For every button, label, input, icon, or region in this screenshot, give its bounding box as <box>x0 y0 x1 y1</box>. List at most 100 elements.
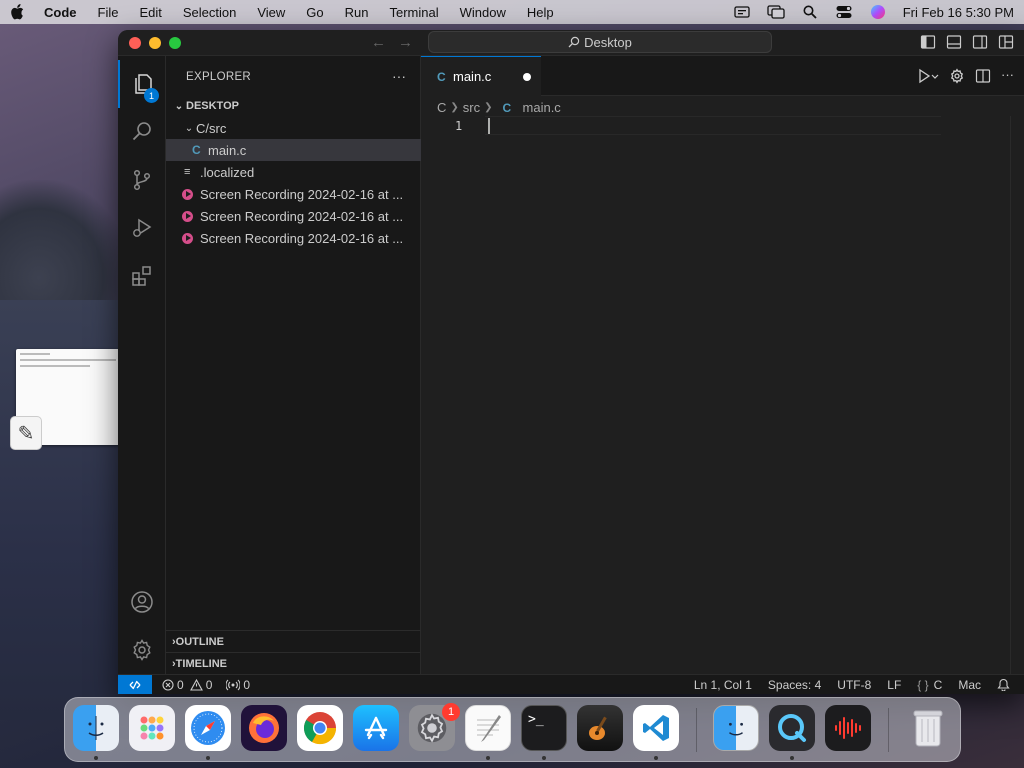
tree-file-main-c[interactable]: C main.c <box>166 139 421 161</box>
activity-accounts[interactable] <box>118 578 166 626</box>
quicktime-icon[interactable] <box>769 705 815 751</box>
garageband-icon[interactable] <box>577 705 623 751</box>
finder-folder-icon[interactable] <box>713 705 759 751</box>
platform[interactable]: Mac <box>958 678 981 692</box>
breadcrumb-item-main-c[interactable]: main.c <box>523 100 561 115</box>
unsaved-dot-icon[interactable] <box>523 73 531 81</box>
text-cursor[interactable] <box>488 118 490 134</box>
end-of-line[interactable]: LF <box>887 678 901 692</box>
tree-root-desktop[interactable]: ⌄ DESKTOP <box>166 95 421 117</box>
line-number: 1 <box>455 119 463 133</box>
running-indicator <box>206 756 210 760</box>
more-actions-icon[interactable]: ··· <box>392 68 406 84</box>
apple-icon[interactable] <box>10 3 28 21</box>
menu-edit[interactable]: Edit <box>139 5 161 20</box>
ports-indicator[interactable]: 0 <box>226 678 250 692</box>
command-center[interactable]: Desktop <box>428 31 772 53</box>
encoding[interactable]: UTF-8 <box>837 678 871 692</box>
go-forward-icon[interactable]: → <box>398 34 413 51</box>
remote-indicator-icon[interactable] <box>118 674 152 694</box>
language-mode[interactable]: { } C <box>917 678 942 692</box>
safari-icon[interactable] <box>185 705 231 751</box>
more-actions-icon[interactable]: ··· <box>1001 68 1014 84</box>
menu-help[interactable]: Help <box>527 5 554 20</box>
menu-view[interactable]: View <box>257 5 285 20</box>
firefox-icon[interactable] <box>241 705 287 751</box>
customize-layout-icon[interactable] <box>998 34 1014 50</box>
activity-search[interactable] <box>118 108 166 156</box>
menu-window[interactable]: Window <box>460 5 506 20</box>
activity-explorer[interactable]: 1 <box>118 60 166 108</box>
outline-label: OUTLINE <box>175 635 224 648</box>
go-back-icon[interactable]: ← <box>371 34 386 51</box>
menu-run[interactable]: Run <box>345 5 369 20</box>
breadcrumb: C ❯ src ❯ C main.c <box>437 100 561 115</box>
toggle-primary-sidebar-icon[interactable] <box>920 34 936 50</box>
toggle-panel-icon[interactable] <box>946 34 962 50</box>
run-icon[interactable] <box>917 68 939 84</box>
voice-memos-icon[interactable] <box>825 705 871 751</box>
tree-file-screen-recording-3[interactable]: Screen Recording 2024-02-16 at ... <box>166 227 421 249</box>
title-bar: ← → Desktop <box>118 30 1024 56</box>
menubar-clock[interactable]: Fri Feb 16 5:30 PM <box>903 5 1014 20</box>
tree-file-screen-recording-1[interactable]: Screen Recording 2024-02-16 at ... <box>166 183 421 205</box>
finder-icon[interactable] <box>73 705 119 751</box>
broadcast-icon <box>226 679 241 690</box>
breadcrumb-item-src[interactable]: src <box>463 100 480 115</box>
close-window-button[interactable] <box>129 37 141 49</box>
indentation[interactable]: Spaces: 4 <box>768 678 821 692</box>
menu-app-code[interactable]: Code <box>44 5 77 20</box>
menu-file[interactable]: File <box>98 5 119 20</box>
control-center-icon[interactable] <box>835 5 853 19</box>
extensions-icon <box>132 266 151 286</box>
tree-file-localized[interactable]: ≡ .localized <box>166 161 421 183</box>
spotlight-search-icon[interactable] <box>801 5 819 19</box>
c-file-icon: C <box>192 143 201 157</box>
source-control-icon <box>133 169 151 191</box>
running-indicator <box>654 756 658 760</box>
tree-file-screen-recording-2[interactable]: Screen Recording 2024-02-16 at ... <box>166 205 421 227</box>
terminal-icon[interactable]: >_ <box>521 705 567 751</box>
zoom-window-button[interactable] <box>169 37 181 49</box>
chrome-icon[interactable] <box>297 705 343 751</box>
cursor-position[interactable]: Ln 1, Col 1 <box>694 678 752 692</box>
activity-extensions[interactable] <box>118 252 166 300</box>
screen-mirroring-icon[interactable] <box>767 5 785 19</box>
editor-tabs: C main.c ··· <box>421 56 1024 96</box>
siri-icon[interactable] <box>869 5 887 19</box>
gear-icon <box>133 639 151 661</box>
activity-source-control[interactable] <box>118 156 166 204</box>
problems-indicator[interactable]: 0 0 <box>162 678 212 692</box>
timeline-section[interactable]: › TIMELINE <box>166 652 421 674</box>
bell-icon[interactable] <box>997 678 1010 691</box>
account-icon <box>131 591 153 613</box>
timeline-label: TIMELINE <box>175 657 228 670</box>
app-store-icon[interactable] <box>353 705 399 751</box>
launchpad-icon[interactable] <box>129 705 175 751</box>
dock-separator <box>888 708 889 752</box>
activity-manage[interactable] <box>118 626 166 674</box>
outline-section[interactable]: › OUTLINE <box>166 630 421 652</box>
trash-icon[interactable] <box>905 705 951 751</box>
menu-terminal[interactable]: Terminal <box>390 5 439 20</box>
minimize-window-button[interactable] <box>149 37 161 49</box>
menu-go[interactable]: Go <box>306 5 323 20</box>
menu-selection[interactable]: Selection <box>183 5 236 20</box>
editor-scrollbar[interactable] <box>1010 116 1024 674</box>
tab-label: main.c <box>453 69 492 84</box>
language-label: C <box>933 677 943 692</box>
current-line-highlight <box>485 116 941 135</box>
toggle-secondary-sidebar-icon[interactable] <box>972 34 988 50</box>
textedit-desktop-icon[interactable]: ✎ <box>10 416 42 450</box>
textedit-icon[interactable] <box>465 705 511 751</box>
error-count: 0 <box>177 677 184 692</box>
activity-run-debug[interactable] <box>118 204 166 252</box>
settings-notification-badge: 1 <box>442 703 460 721</box>
tree-folder-c-src[interactable]: ⌄ C/src <box>166 117 421 139</box>
vscode-icon[interactable] <box>633 705 679 751</box>
tab-main-c[interactable]: C main.c <box>421 56 541 96</box>
gear-icon[interactable] <box>949 68 965 84</box>
breadcrumb-item-c[interactable]: C <box>437 100 446 115</box>
keyboard-input-icon[interactable] <box>733 5 751 19</box>
split-editor-icon[interactable] <box>975 68 991 84</box>
